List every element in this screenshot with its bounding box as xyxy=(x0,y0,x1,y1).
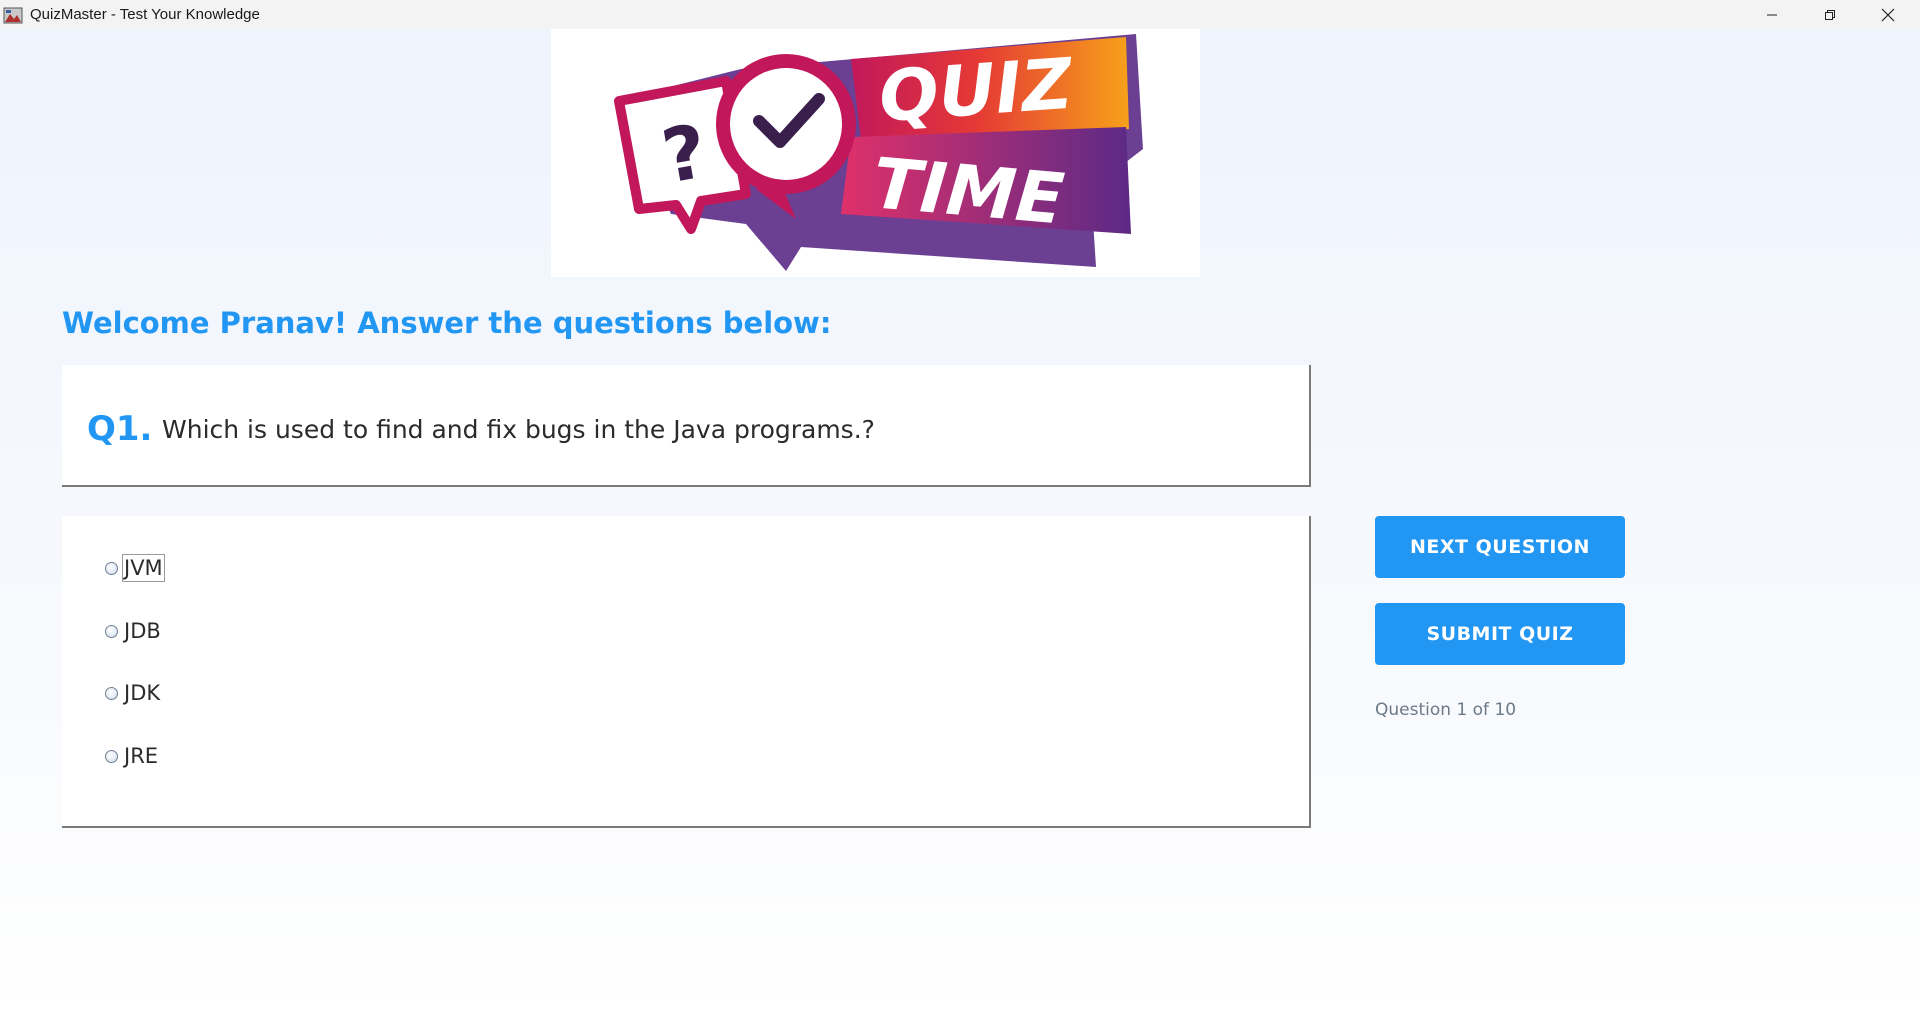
option-label[interactable]: JDK xyxy=(122,679,162,707)
question-number: Q1. xyxy=(87,409,153,449)
question-text: Which is used to find and fix bugs in th… xyxy=(162,415,875,444)
radio-button[interactable] xyxy=(105,686,118,700)
quiz-time-logo: ? QUIZ TIME xyxy=(614,34,1143,271)
radio-button[interactable] xyxy=(105,624,118,638)
option-jdk[interactable]: JDK xyxy=(105,679,162,707)
question-panel: Q1. Which is used to find and fix bugs i… xyxy=(62,365,1311,487)
banner-line2: TIME xyxy=(870,142,1068,240)
close-button[interactable] xyxy=(1859,0,1917,29)
app-icon xyxy=(3,7,23,23)
option-jdb[interactable]: JDB xyxy=(105,617,163,645)
minimize-button[interactable] xyxy=(1743,0,1801,29)
option-label[interactable]: JRE xyxy=(122,742,160,770)
options-panel: JVM JDB JDK JRE xyxy=(62,516,1311,828)
option-jre[interactable]: JRE xyxy=(105,742,160,770)
banner-line1: QUIZ xyxy=(876,43,1076,138)
welcome-heading: Welcome Pranav! Answer the questions bel… xyxy=(62,306,832,340)
option-label[interactable]: JVM xyxy=(122,554,165,582)
restore-button[interactable] xyxy=(1801,0,1859,29)
option-jvm[interactable]: JVM xyxy=(105,554,165,582)
quiz-time-banner: ? QUIZ TIME xyxy=(551,29,1200,277)
next-question-button[interactable]: NEXT QUESTION xyxy=(1375,516,1625,578)
radio-button[interactable] xyxy=(105,561,118,575)
minimize-icon xyxy=(1767,14,1777,15)
title-bar: QuizMaster - Test Your Knowledge xyxy=(0,0,1920,29)
question-progress: Question 1 of 10 xyxy=(1375,700,1517,720)
window-title: QuizMaster - Test Your Knowledge xyxy=(30,6,260,23)
radio-button[interactable] xyxy=(105,749,118,763)
close-icon xyxy=(1881,8,1895,21)
submit-quiz-button[interactable]: SUBMIT QUIZ xyxy=(1375,603,1625,665)
restore-icon xyxy=(1825,9,1835,20)
option-label[interactable]: JDB xyxy=(122,617,163,645)
